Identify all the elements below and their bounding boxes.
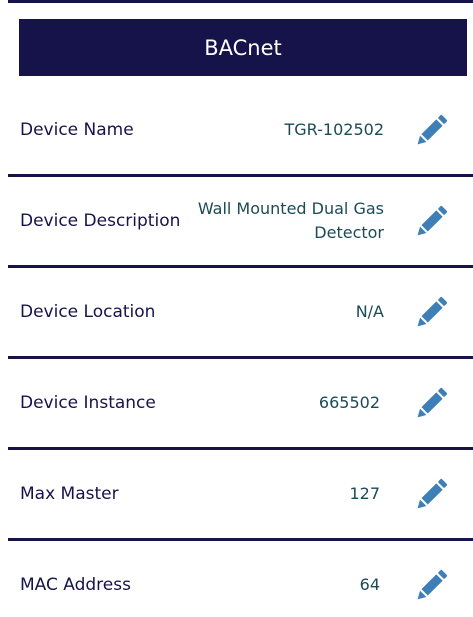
settings-list: Device Name TGR-102502 Device Descriptio…	[8, 86, 473, 617]
section-header: BACnet	[19, 19, 467, 76]
bacnet-settings-panel: BACnet Device Name TGR-102502 Device Des…	[0, 0, 473, 617]
pencil-icon	[417, 387, 448, 418]
setting-row-device-description: Device Description Wall Mounted Dual Gas…	[8, 177, 473, 268]
top-divider	[8, 0, 473, 3]
edit-device-name-button[interactable]	[410, 110, 452, 152]
edit-max-master-button[interactable]	[410, 474, 452, 516]
setting-row-mac-address: MAC Address 64	[8, 541, 473, 617]
pencil-icon	[417, 114, 448, 145]
setting-row-device-location: Device Location N/A	[8, 268, 473, 359]
setting-value: Wall Mounted Dual Gas Detector	[197, 199, 384, 242]
setting-label: Max Master	[20, 484, 119, 504]
setting-label: Device Instance	[20, 393, 156, 413]
setting-label: Device Description	[20, 211, 181, 231]
setting-row-device-name: Device Name TGR-102502	[8, 86, 473, 177]
pencil-icon	[417, 205, 448, 236]
pencil-icon	[417, 478, 448, 509]
setting-row-device-instance: Device Instance 665502	[8, 359, 473, 450]
setting-value: 665502	[318, 393, 380, 412]
setting-value: N/A	[355, 302, 384, 321]
setting-row-max-master: Max Master 127	[8, 450, 473, 541]
edit-device-instance-button[interactable]	[410, 383, 452, 425]
pencil-icon	[417, 296, 448, 327]
edit-mac-address-button[interactable]	[410, 565, 452, 607]
setting-label: Device Name	[20, 120, 134, 140]
pencil-icon	[417, 569, 448, 600]
setting-label: MAC Address	[20, 575, 131, 595]
setting-value: 64	[359, 575, 380, 594]
setting-value: 127	[349, 484, 380, 503]
edit-device-location-button[interactable]	[410, 292, 452, 334]
setting-value: TGR-102502	[284, 120, 385, 139]
section-title: BACnet	[204, 35, 282, 60]
setting-label: Device Location	[20, 302, 156, 322]
edit-device-description-button[interactable]	[410, 201, 452, 243]
